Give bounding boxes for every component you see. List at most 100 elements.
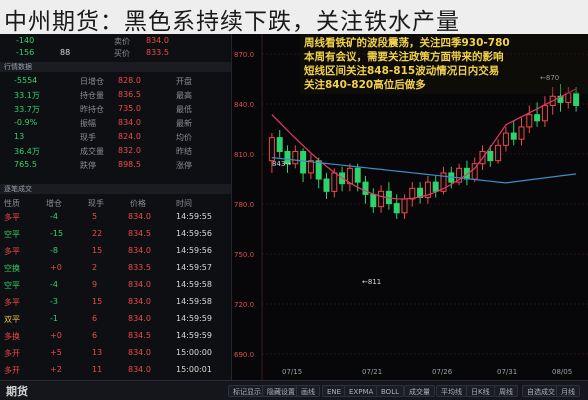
candle-body [393, 203, 400, 214]
x-tick: 07/26 [432, 368, 453, 376]
trade-price: 834.0 [128, 280, 151, 289]
stat-label-2: 跌停 [80, 161, 96, 170]
trade-type: 空平 [4, 281, 20, 290]
toolbar-button[interactable]: ENE [322, 385, 347, 397]
candle-body [565, 92, 572, 103]
trade-row: 空平 -15 22 834.5 14:59:56 [0, 229, 231, 240]
price-tick: 690.0 [234, 351, 254, 359]
col-price-header: 价格 [130, 199, 146, 208]
stat-label: 最高 [176, 91, 192, 100]
trade-oi-change: +0 [50, 331, 62, 340]
trade-oi-change: -15 [50, 229, 64, 238]
stat-label-2: 持仓量 [80, 91, 104, 100]
trade-oi-change: -4 [50, 212, 58, 221]
trade-price: 834.0 [128, 246, 151, 255]
toolbar-button[interactable]: 日K线 [466, 385, 495, 397]
trade-price: 834.0 [128, 365, 151, 374]
col-time-header: 时间 [176, 199, 192, 208]
candle-body [292, 150, 299, 165]
stat-value: 832.0 [118, 146, 141, 155]
stat-value: 836.5 [118, 90, 141, 99]
trade-oi-change: -1 [50, 314, 58, 323]
toolbar-button[interactable]: 自选成交 [522, 385, 560, 397]
trade-oi-change: -8 [50, 246, 58, 255]
stat-label-2: 现手 [80, 133, 96, 142]
trade-row: 多换 +0 6 834.5 14:59:59 [0, 331, 231, 342]
bid-change: -156 [16, 48, 35, 57]
stat-row: 765.5 跌停 898.5 涨停 [0, 160, 231, 171]
trade-time: 14:59:59 [176, 331, 212, 340]
trade-volume: 6 [92, 331, 98, 340]
x-tick: 07/31 [497, 368, 518, 376]
candle-body [534, 114, 541, 122]
stat-label-2: 振幅 [80, 119, 96, 128]
article-title: 中州期货：黑色系持续下跌，关注铁水产量 [4, 9, 460, 35]
trade-volume: 2 [92, 263, 98, 272]
stat-value-2: -5554 [14, 76, 38, 85]
trade-price: 834.0 [128, 314, 151, 323]
trade-volume: 5 [92, 212, 98, 221]
col-oi-header: 增仓 [46, 199, 62, 208]
toolbar-button[interactable]: 隐藏设置 [262, 385, 300, 397]
analysis-annotation: 周线看铁矿的波段震荡，关注四季930-780 本周有会议，需要关注政策方面带来的… [300, 34, 588, 94]
toolbar-button[interactable]: 月线 [556, 385, 580, 397]
trade-time: 14:59:58 [176, 280, 212, 289]
trade-volume: 13 [92, 348, 103, 357]
stat-row: -0.9% 振幅 834.0 最新 [0, 118, 231, 129]
candle-body [331, 172, 338, 192]
candle-body [487, 150, 494, 162]
candle-body [323, 178, 330, 192]
trades-header-row: 性质 增仓 现手 价格 时间 [0, 198, 231, 209]
price-tick: 750.0 [234, 251, 254, 259]
ask-price: 834.0 [146, 36, 169, 45]
stat-row: 33.7万 昨持仓 735.0 最低 [0, 104, 231, 115]
trade-row: 多平 -3 15 834.0 14:59:58 [0, 297, 231, 308]
stat-value: 834.0 [118, 118, 141, 127]
x-tick: 08/05 [552, 368, 573, 376]
trade-type: 多换 [4, 332, 20, 341]
candle-body [495, 144, 502, 162]
stat-row: 36.4万 成交量 832.0 昨结 [0, 146, 231, 157]
trade-volume: 15 [92, 297, 103, 306]
stat-value-2: 765.5 [14, 160, 37, 169]
col-type-header: 性质 [4, 199, 20, 208]
candle-body [378, 190, 385, 208]
candle-body [300, 150, 307, 174]
stat-label-2: 昨持仓 [80, 105, 104, 114]
candle-body [409, 187, 416, 200]
toolbar-button[interactable]: EXPMA [344, 385, 379, 397]
toolbar-button[interactable]: 画线 [296, 385, 320, 397]
annotation-line: 关注840-820高位后做多 [304, 79, 426, 91]
toolbar-button[interactable]: BOLL [376, 385, 404, 397]
stat-row: 13 现手 824.0 均价 [0, 132, 231, 143]
trade-row: 多开 +2 11 834.0 15:00:01 [0, 365, 231, 376]
stat-value-2: 33.7万 [14, 105, 40, 114]
toolbar-button[interactable]: 成交量 [404, 385, 435, 397]
candle-body [502, 132, 509, 146]
stats-section-title: 行情数据 [0, 62, 231, 72]
annotation-line: 周线看铁矿的波段震荡，关注四季930-780 [304, 37, 510, 49]
trade-oi-change: +0 [50, 263, 62, 272]
candle-body [362, 181, 369, 195]
low-marker: ←811 [362, 278, 381, 286]
trade-volume: 22 [92, 229, 103, 238]
price-tick: 810.0 [234, 151, 254, 159]
price-tick: 840.0 [234, 101, 254, 109]
trade-row: 多开 +5 13 834.0 15:00:00 [0, 348, 231, 359]
trade-type: 空平 [4, 230, 20, 239]
trade-row: 双平 -1 6 834.0 14:59:59 [0, 314, 231, 325]
annotation-line: 本周有会议，需要关注政策方面带来的影响 [304, 51, 504, 63]
trade-volume: 6 [92, 314, 98, 323]
candle-body [370, 193, 377, 208]
trade-row: 空平 -4 9 834.0 14:59:58 [0, 280, 231, 291]
ask-change: -140 [16, 36, 35, 45]
toolbar-button[interactable]: 周线 [494, 385, 518, 397]
trade-time: 14:59:56 [176, 229, 212, 238]
trade-price: 834.5 [128, 229, 151, 238]
toolbar-button[interactable]: 标记显示 [228, 385, 266, 397]
bid-price: 833.5 [146, 48, 169, 57]
stat-value-2: 36.4万 [14, 147, 40, 156]
trade-time: 14:59:59 [176, 314, 212, 323]
candle-body [573, 92, 580, 106]
toolbar-button[interactable]: 平均线 [436, 385, 467, 397]
